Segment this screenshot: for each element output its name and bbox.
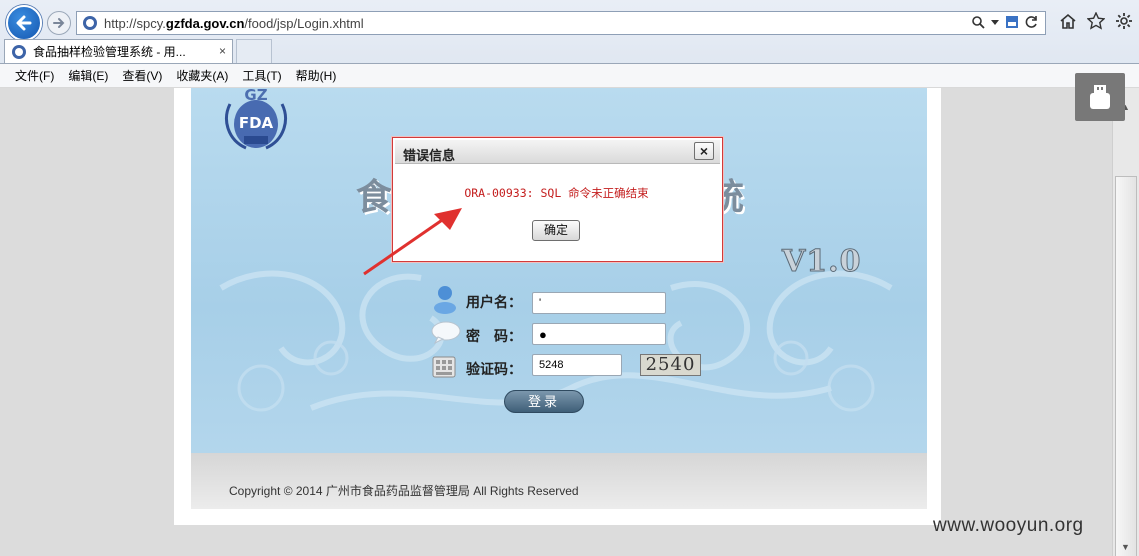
browser-tab[interactable]: 食品抽样检验管理系统 - 用... × xyxy=(4,39,233,63)
copyright-text: Copyright © 2014 广州市食品药品监督管理局 All Rights… xyxy=(229,484,579,498)
url-text[interactable]: http://spcy.gzfda.gov.cn/food/jsp/Login.… xyxy=(104,16,364,31)
dialog-close-button[interactable]: × xyxy=(694,142,714,160)
address-bar[interactable]: http://spcy.gzfda.gov.cn/food/jsp/Login.… xyxy=(76,11,1046,35)
username-input[interactable]: ' xyxy=(532,292,666,314)
forward-arrow-icon xyxy=(53,18,65,28)
scroll-down-icon[interactable]: ▼ xyxy=(1121,542,1130,552)
dialog-title: 错误信息 xyxy=(403,148,456,163)
version-label: V1.0 xyxy=(781,244,862,280)
scrollbar-thumb[interactable] xyxy=(1115,176,1137,556)
home-icon[interactable] xyxy=(1059,12,1077,30)
speech-bubble-icon xyxy=(431,321,461,344)
user-icon xyxy=(434,286,456,314)
login-button[interactable]: 登录 xyxy=(504,390,584,413)
captcha-input[interactable]: 5248 xyxy=(532,354,622,376)
ok-button[interactable]: 确定 xyxy=(532,220,580,241)
back-arrow-icon xyxy=(16,15,32,31)
new-tab-button[interactable] xyxy=(236,39,272,63)
tab-close-icon[interactable]: × xyxy=(219,44,226,58)
footer xyxy=(191,453,927,509)
captcha-image[interactable]: 2540 xyxy=(640,354,701,376)
svg-text:FDA: FDA xyxy=(239,114,274,132)
favorites-star-icon[interactable] xyxy=(1087,12,1105,30)
side-widget-button[interactable] xyxy=(1075,73,1125,121)
compatibility-icon[interactable] xyxy=(1005,15,1019,29)
annotation-arrow-icon xyxy=(363,208,462,276)
tab-title: 食品抽样检验管理系统 - 用... xyxy=(33,45,186,59)
search-icon[interactable] xyxy=(971,15,985,29)
dropdown-arrow-icon[interactable] xyxy=(991,18,999,26)
password-input[interactable]: ● xyxy=(532,323,666,345)
captcha-label: 验证码： xyxy=(466,361,522,377)
watermark-text: www.wooyun.org xyxy=(933,515,1084,536)
menu-edit[interactable]: 编辑(E) xyxy=(68,67,108,84)
menu-favorites[interactable]: 收藏夹(A) xyxy=(176,67,228,84)
username-label: 用户名： xyxy=(466,294,522,310)
refresh-icon[interactable] xyxy=(1025,15,1039,29)
menu-view[interactable]: 查看(V) xyxy=(122,67,162,84)
usb-drive-icon xyxy=(1090,85,1110,109)
site-favicon-icon xyxy=(83,16,97,30)
keyboard-icon xyxy=(432,356,456,378)
forward-button[interactable] xyxy=(47,11,71,35)
tab-favicon-icon xyxy=(12,44,26,59)
menu-tools[interactable]: 工具(T) xyxy=(242,67,281,84)
back-button[interactable] xyxy=(6,5,42,41)
gzfda-logo: GZ FDA xyxy=(216,84,296,156)
menu-help[interactable]: 帮助(H) xyxy=(296,67,337,84)
menu-bar: 文件(F) 编辑(E) 查看(V) 收藏夹(A) 工具(T) 帮助(H) xyxy=(0,63,1139,87)
settings-gear-icon[interactable] xyxy=(1115,12,1133,30)
browser-chrome: http://spcy.gzfda.gov.cn/food/jsp/Login.… xyxy=(0,0,1139,87)
svg-text:GZ: GZ xyxy=(244,86,267,104)
error-message: ORA-00933: SQL 命令未正确结束 xyxy=(464,186,649,200)
dialog-titlebar[interactable]: 错误信息 × xyxy=(395,140,720,164)
vertical-scrollbar[interactable]: ▲ ▼ xyxy=(1112,88,1139,556)
password-label: 密 码： xyxy=(466,328,522,344)
fda-emblem-icon: GZ FDA xyxy=(225,86,287,150)
menu-file[interactable]: 文件(F) xyxy=(15,67,54,84)
